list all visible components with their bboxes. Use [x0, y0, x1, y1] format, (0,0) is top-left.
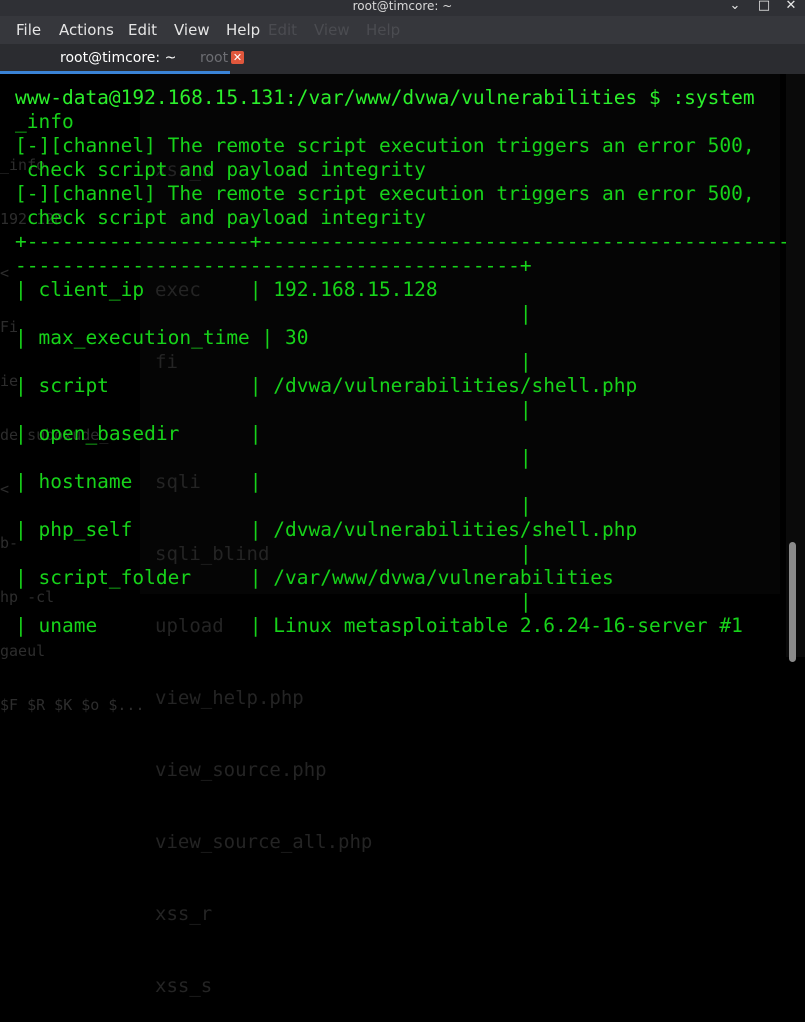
tab-bar: root@timcore: ~ root@timcore: ~✕ [0, 44, 805, 94]
terminal-prompt-line: www-data@192.168.15.131:/var/www/dvwa/vu… [15, 86, 755, 109]
table-row-wrap: | [15, 590, 532, 613]
terminal-scrollbar[interactable] [786, 74, 805, 662]
table-border-top: +-------------------+-------------------… [15, 230, 802, 253]
table-row: | php_self | /dvwa/vulnerabilities/shell… [15, 518, 638, 541]
tab-active-label: root@timcore: ~ [60, 50, 177, 66]
menu-file[interactable]: File [16, 21, 41, 39]
close-button[interactable]: ✕ [783, 0, 799, 14]
tab-inactive[interactable]: root@timcore: ~✕ [200, 44, 400, 94]
menu-edit[interactable]: Edit [128, 21, 157, 39]
table-row: | hostname | [15, 470, 262, 493]
terminal-line: [-][channel] The remote script execution… [15, 182, 755, 205]
terminal-line: check script and payload integrity [15, 206, 426, 229]
menu-view[interactable]: View [174, 21, 210, 39]
tab-active[interactable]: root@timcore: ~ [0, 44, 230, 74]
scrollbar-thumb[interactable] [789, 542, 796, 662]
table-row-wrap: | [15, 494, 532, 517]
close-icon[interactable]: ✕ [231, 51, 244, 64]
table-row-wrap: | [15, 542, 532, 565]
table-row: | script | /dvwa/vulnerabilities/shell.p… [15, 374, 638, 397]
table-row-wrap: | [15, 302, 532, 325]
table-row-wrap: | [15, 446, 532, 469]
terminal-output[interactable]: www-data@192.168.15.131:/var/www/dvwa/vu… [0, 74, 805, 657]
ghost-menu-edit: Edit [268, 21, 298, 39]
menu-bar: File Actions Edit View Help Edit View He… [0, 16, 805, 44]
table-border-top-wrap: ----------------------------------------… [15, 254, 532, 277]
maximize-button[interactable]: □ [756, 0, 772, 14]
menu-actions[interactable]: Actions [59, 21, 114, 39]
table-row: | script_folder | /var/www/dvwa/vulnerab… [15, 566, 614, 589]
ghost-menu-help: Help [366, 21, 401, 39]
ghost-menu-view: View [314, 21, 350, 39]
table-row-wrap: | [15, 398, 532, 421]
menu-help[interactable]: Help [226, 21, 260, 39]
window-title: root@timcore: ~ [352, 0, 453, 13]
table-row: | max_execution_time | 30 [15, 326, 309, 349]
terminal-line: _info [15, 110, 74, 133]
table-row: | open_basedir | [15, 422, 262, 445]
terminal-line: check script and payload integrity [15, 158, 426, 181]
table-row-wrap: | [15, 350, 532, 373]
table-row: | uname | Linux metasploitable 2.6.24-16… [15, 614, 743, 637]
window-titlebar: root@timcore: ~ ⌄ □ ✕ [0, 0, 805, 16]
terminal-line: [-][channel] The remote script execution… [15, 134, 755, 157]
table-row: | client_ip | 192.168.15.128 [15, 278, 438, 301]
minimize-button[interactable]: ⌄ [727, 0, 743, 14]
